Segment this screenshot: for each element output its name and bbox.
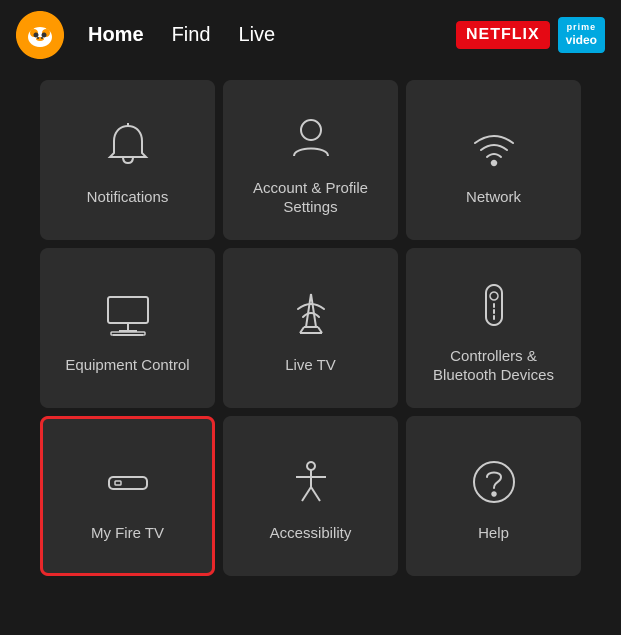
nav-links: Home Find Live xyxy=(88,24,432,47)
remote-icon xyxy=(464,275,524,335)
prime-text: prime xyxy=(567,22,597,33)
antenna-icon xyxy=(281,284,341,344)
video-text: video xyxy=(566,33,597,47)
network-label: Network xyxy=(466,188,521,208)
firestick-icon xyxy=(98,452,158,512)
live-tv-label: Live TV xyxy=(285,356,336,376)
grid-item-account-profile[interactable]: Account & Profile Settings xyxy=(223,80,398,240)
notifications-label: Notifications xyxy=(87,188,169,208)
grid-item-accessibility[interactable]: Accessibility xyxy=(223,416,398,576)
accessibility-label: Accessibility xyxy=(270,524,352,544)
grid-item-my-fire-tv[interactable]: My Fire TV xyxy=(40,416,215,576)
bell-icon xyxy=(98,116,158,176)
grid-item-help[interactable]: Help xyxy=(406,416,581,576)
settings-grid: Notifications Account & Profile Settings… xyxy=(0,70,621,586)
accessibility-icon xyxy=(281,452,341,512)
nav-live[interactable]: Live xyxy=(238,24,275,47)
prime-video-button[interactable]: prime video xyxy=(558,17,605,52)
nav-find[interactable]: Find xyxy=(172,24,211,47)
grid-item-controllers[interactable]: Controllers & Bluetooth Devices xyxy=(406,248,581,408)
netflix-button[interactable]: NETFLIX xyxy=(456,21,550,49)
header: Home Find Live NETFLIX prime video xyxy=(0,0,621,70)
question-icon xyxy=(464,452,524,512)
controllers-label: Controllers & Bluetooth Devices xyxy=(418,347,569,386)
avatar[interactable] xyxy=(16,11,64,59)
my-fire-tv-label: My Fire TV xyxy=(91,524,164,544)
monitor-icon xyxy=(98,284,158,344)
grid-item-equipment-control[interactable]: Equipment Control xyxy=(40,248,215,408)
equipment-control-label: Equipment Control xyxy=(65,356,189,376)
help-label: Help xyxy=(478,524,509,544)
grid-item-notifications[interactable]: Notifications xyxy=(40,80,215,240)
grid-item-network[interactable]: Network xyxy=(406,80,581,240)
grid-item-live-tv[interactable]: Live TV xyxy=(223,248,398,408)
header-right: NETFLIX prime video xyxy=(456,17,605,52)
nav-home[interactable]: Home xyxy=(88,24,144,47)
wifi-icon xyxy=(464,116,524,176)
account-profile-label: Account & Profile Settings xyxy=(235,179,386,218)
person-icon xyxy=(281,107,341,167)
